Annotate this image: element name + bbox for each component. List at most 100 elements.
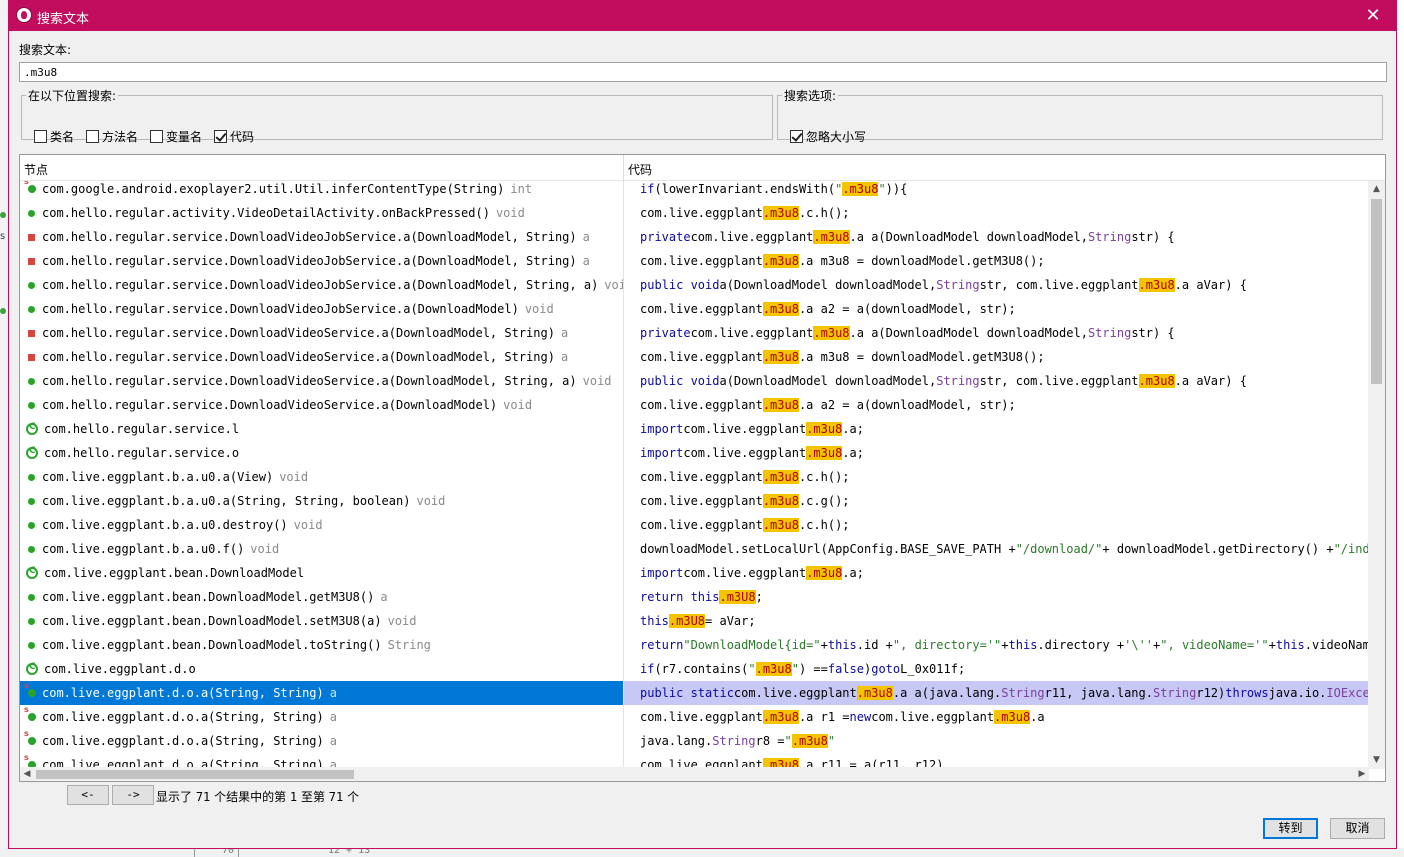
result-node-cell[interactable]: com.live.eggplant.bean.DownloadModel.toS… xyxy=(20,633,623,657)
result-row[interactable]: com.hello.regular.service.o import com.li… xyxy=(20,441,1369,465)
result-row[interactable]: com.hello.regular.service.DownloadVideoS… xyxy=(20,321,1369,345)
result-node-cell[interactable]: com.google.android.exoplayer2.util.Util.… xyxy=(20,181,623,201)
scroll-down-icon[interactable]: ▼ xyxy=(1368,752,1385,769)
result-code-cell[interactable]: public void a(DownloadModel downloadMode… xyxy=(624,273,1369,297)
checkbox-ignore-case[interactable]: 忽略大小写 xyxy=(790,128,866,145)
result-row[interactable]: com.hello.regular.service.DownloadVideoJ… xyxy=(20,297,1369,321)
result-node-cell[interactable]: com.hello.regular.service.DownloadVideoJ… xyxy=(20,225,623,249)
result-row[interactable]: com.hello.regular.service.DownloadVideoS… xyxy=(20,393,1369,417)
result-row[interactable]: com.hello.regular.service.DownloadVideoS… xyxy=(20,345,1369,369)
result-row[interactable]: com.live.eggplant.bean.DownloadModel impo… xyxy=(20,561,1369,585)
result-code-cell[interactable]: if (r7.contains(" .m3u8 ") == false) goto … xyxy=(624,657,1369,681)
result-code-cell[interactable]: com.live.eggplant .m3u8 .c.h(); xyxy=(624,465,1369,489)
checkbox-variable-name[interactable]: 变量名 xyxy=(150,128,202,145)
result-row[interactable]: com.live.eggplant.d.o.a(String, String) a… xyxy=(20,729,1369,753)
result-code-cell[interactable]: if (lowerInvariant.endsWith(" .m3u8 ")){ xyxy=(624,181,1369,201)
result-node-cell[interactable]: com.live.eggplant.bean.DownloadModel.get… xyxy=(20,585,623,609)
result-node-cell[interactable]: com.live.eggplant.bean.DownloadModel xyxy=(20,561,623,585)
result-row[interactable]: com.live.eggplant.d.o.a(String, String) a… xyxy=(20,705,1369,729)
result-row[interactable]: com.live.eggplant.bean.DownloadModel.toS… xyxy=(20,633,1369,657)
result-node-cell[interactable]: com.hello.regular.service.DownloadVideoS… xyxy=(20,369,623,393)
result-node-cell[interactable]: com.live.eggplant.bean.DownloadModel.set… xyxy=(20,609,623,633)
result-code-cell[interactable]: com.live.eggplant .m3u8 .a m3u8 = download… xyxy=(624,249,1369,273)
next-page-button[interactable]: -> xyxy=(112,785,154,805)
result-code-cell[interactable]: com.live.eggplant .m3u8 .c.h(); xyxy=(624,201,1369,225)
result-node-cell[interactable]: com.hello.regular.service.DownloadVideoS… xyxy=(20,321,623,345)
vertical-scroll-thumb[interactable] xyxy=(1371,199,1382,384)
result-code-cell[interactable]: com.live.eggplant .m3u8 .a a2 = a(download… xyxy=(624,297,1369,321)
horizontal-scrollbar[interactable]: ◀ ▶ xyxy=(20,767,1369,781)
result-code-cell[interactable]: return "DownloadModel{id=" + this .id + "… xyxy=(624,633,1369,657)
result-code-cell[interactable]: this .m3U8 = aVar; xyxy=(624,609,1369,633)
vertical-scrollbar[interactable]: ▲ ▼ xyxy=(1368,181,1385,769)
result-row[interactable]: com.live.eggplant.b.a.u0.f() void download… xyxy=(20,537,1369,561)
result-node-cell[interactable]: com.live.eggplant.d.o.a(String, String) a xyxy=(20,705,623,729)
result-code-cell[interactable]: import com.live.eggplant .m3u8 .a; xyxy=(624,417,1369,441)
result-row[interactable]: com.live.eggplant.d.o.a(String, String) a… xyxy=(20,681,1369,705)
checkbox-class-name-box[interactable] xyxy=(34,130,47,143)
result-node-cell[interactable]: com.hello.regular.service.DownloadVideoS… xyxy=(20,393,623,417)
result-code-cell[interactable]: com.live.eggplant .m3u8 .c.g(); xyxy=(624,489,1369,513)
result-node-cell[interactable]: com.hello.regular.service.l xyxy=(20,417,623,441)
result-row[interactable]: com.live.eggplant.b.a.u0.a(String, Strin… xyxy=(20,489,1369,513)
result-row[interactable]: com.live.eggplant.b.a.u0.destroy() void co… xyxy=(20,513,1369,537)
result-code-cell[interactable]: public static com.live.eggplant .m3u8 .a a… xyxy=(624,681,1369,705)
result-code-cell[interactable]: java.lang. String r8 = " .m3u8 " xyxy=(624,729,1369,753)
result-code-cell[interactable]: com.live.eggplant .m3u8 .c.h(); xyxy=(624,513,1369,537)
result-code-cell[interactable]: import com.live.eggplant .m3u8 .a; xyxy=(624,441,1369,465)
result-row[interactable]: com.hello.regular.activity.VideoDetailAc… xyxy=(20,201,1369,225)
checkbox-class-name[interactable]: 类名 xyxy=(34,128,74,145)
checkbox-code-box[interactable] xyxy=(214,130,228,143)
result-row[interactable]: com.hello.regular.service.DownloadVideoS… xyxy=(20,369,1369,393)
result-row[interactable]: com.hello.regular.service.l import com.li… xyxy=(20,417,1369,441)
result-node-cell[interactable]: com.live.eggplant.b.a.u0.f() void xyxy=(20,537,623,561)
result-row[interactable]: com.google.android.exoplayer2.util.Util.… xyxy=(20,181,1369,201)
result-row[interactable]: com.hello.regular.service.DownloadVideoJ… xyxy=(20,225,1369,249)
result-row[interactable]: com.live.eggplant.bean.DownloadModel.get… xyxy=(20,585,1369,609)
result-node-cell[interactable]: com.live.eggplant.d.o xyxy=(20,657,623,681)
result-row[interactable]: com.hello.regular.service.DownloadVideoJ… xyxy=(20,249,1369,273)
result-code-cell[interactable]: com.live.eggplant .m3u8 .a m3u8 = download… xyxy=(624,345,1369,369)
scroll-up-icon[interactable]: ▲ xyxy=(1368,181,1385,198)
checkbox-method-name[interactable]: 方法名 xyxy=(86,128,138,145)
result-code-cell[interactable]: public void a(DownloadModel downloadMode… xyxy=(624,369,1369,393)
result-code-cell[interactable]: private com.live.eggplant .m3u8 .a a(Downl… xyxy=(624,321,1369,345)
checkbox-variable-name-box[interactable] xyxy=(150,130,164,143)
column-header-code[interactable]: 代码 xyxy=(628,161,652,178)
result-row[interactable]: com.live.eggplant.d.oif (r7.contains(".m… xyxy=(20,657,1369,681)
result-code-cell[interactable]: import com.live.eggplant .m3u8 .a; xyxy=(624,561,1369,585)
result-code-cell[interactable]: return this .m3U8; xyxy=(624,585,1369,609)
result-code-cell[interactable]: downloadModel.setLocalUrl(AppConfig.BASE… xyxy=(624,537,1369,561)
column-header-node[interactable]: 节点 xyxy=(24,161,48,178)
checkbox-code[interactable]: 代码 xyxy=(214,128,254,145)
result-node-cell[interactable]: com.hello.regular.service.DownloadVideoJ… xyxy=(20,297,623,321)
result-node-cell[interactable]: com.hello.regular.service.DownloadVideoJ… xyxy=(20,273,623,297)
result-node-cell[interactable]: com.live.eggplant.b.a.u0.destroy() void xyxy=(20,513,623,537)
search-text-dialog: 搜索文本 ✕ 搜索文本: 在以下位置搜索: 类名方法名变量名代码 搜索选项: 忽… xyxy=(8,0,1397,849)
result-code-cell[interactable]: com.live.eggplant .m3u8 .a r1 = new com.li… xyxy=(624,705,1369,729)
scroll-right-icon[interactable]: ▶ xyxy=(1355,767,1369,781)
result-node-cell[interactable]: com.live.eggplant.b.a.u0.a(String, Strin… xyxy=(20,489,623,513)
result-row[interactable]: com.live.eggplant.b.a.u0.a(View) void com.… xyxy=(20,465,1369,489)
result-node-cell[interactable]: com.hello.regular.service.o xyxy=(20,441,623,465)
cancel-button[interactable]: 取消 xyxy=(1330,818,1385,839)
result-node-cell[interactable]: com.live.eggplant.b.a.u0.a(View) void xyxy=(20,465,623,489)
result-node-cell[interactable]: com.hello.regular.activity.VideoDetailAc… xyxy=(20,201,623,225)
search-input[interactable] xyxy=(19,62,1387,82)
column-separator[interactable] xyxy=(623,155,624,181)
result-node-cell[interactable]: com.hello.regular.service.DownloadVideoS… xyxy=(20,345,623,369)
result-row[interactable]: com.live.eggplant.bean.DownloadModel.set… xyxy=(20,609,1369,633)
result-code-cell[interactable]: private com.live.eggplant .m3u8 .a a(Downl… xyxy=(624,225,1369,249)
result-row[interactable]: com.hello.regular.service.DownloadVideoJ… xyxy=(20,273,1369,297)
scroll-left-icon[interactable]: ◀ xyxy=(20,767,34,781)
goto-button[interactable]: 转到 xyxy=(1263,818,1318,839)
result-code-cell[interactable]: com.live.eggplant .m3u8 .a a2 = a(download… xyxy=(624,393,1369,417)
close-button[interactable]: ✕ xyxy=(1350,1,1396,31)
previous-page-button[interactable]: <- xyxy=(67,785,109,805)
result-node-cell[interactable]: com.live.eggplant.d.o.a(String, String) a xyxy=(20,729,623,753)
horizontal-scroll-thumb[interactable] xyxy=(36,770,354,779)
result-node-cell[interactable]: com.hello.regular.service.DownloadVideoJ… xyxy=(20,249,623,273)
result-node-cell[interactable]: com.live.eggplant.d.o.a(String, String) a xyxy=(20,681,623,705)
checkbox-ignore-case-box[interactable] xyxy=(790,130,803,143)
checkbox-method-name-box[interactable] xyxy=(86,130,100,143)
